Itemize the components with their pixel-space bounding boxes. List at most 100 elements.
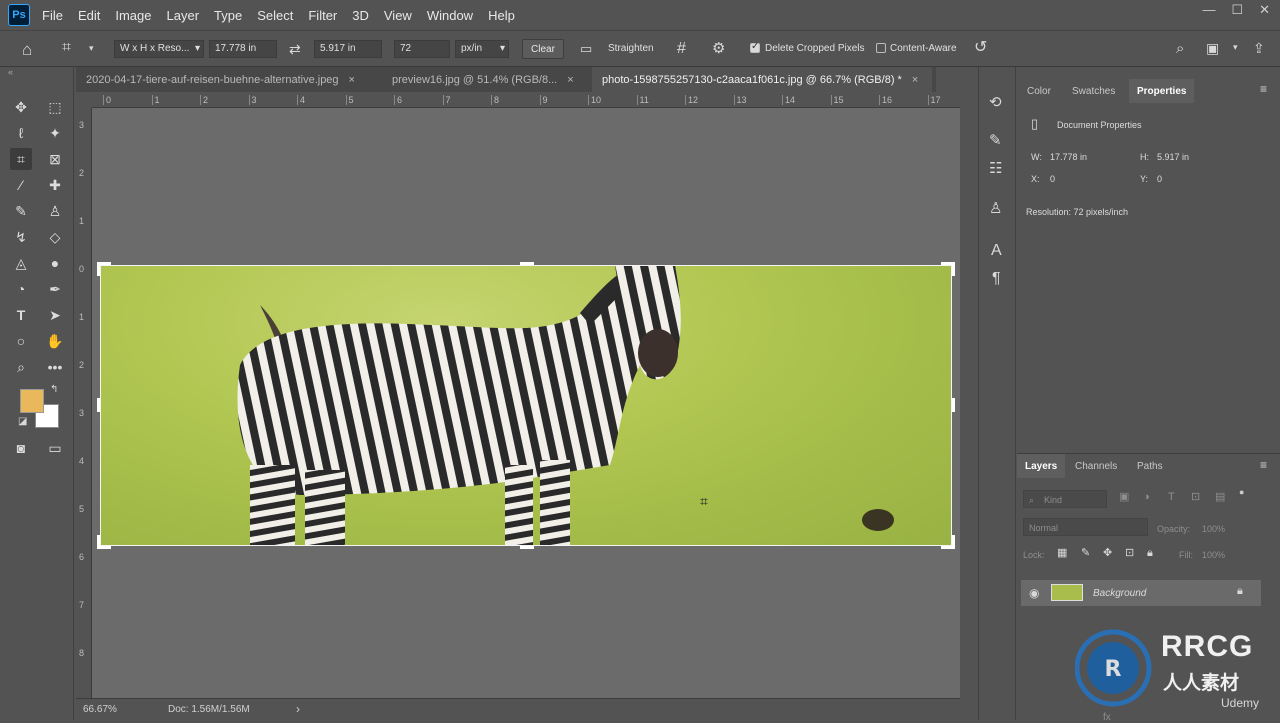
hand-tool-icon[interactable]: ✋ xyxy=(44,330,66,352)
ratio-select[interactable]: W x H x Reso... ▾ xyxy=(114,40,204,58)
zoom-tool-icon[interactable]: ⌕ xyxy=(10,356,32,378)
layer-row-background[interactable]: ◉ Background 🔒︎ xyxy=(1021,580,1261,606)
paragraph-panel-icon[interactable]: ¶ xyxy=(992,271,1001,287)
foreground-color-swatch[interactable] xyxy=(20,389,44,413)
crop-tool-preset-icon[interactable]: ⌗ xyxy=(62,40,71,56)
blend-mode-select[interactable]: Normal xyxy=(1023,518,1148,536)
marquee-tool-icon[interactable]: ⬚ xyxy=(44,96,66,118)
resolution-input[interactable]: 72 xyxy=(394,40,450,58)
menu-type[interactable]: Type xyxy=(214,8,242,23)
tab-document-3-active[interactable]: photo-1598755257130-c2aaca1f061c.jpg @ 6… xyxy=(592,67,932,92)
tab-properties[interactable]: Properties xyxy=(1129,79,1195,103)
crop-width-input[interactable]: 17.778 in xyxy=(209,40,277,58)
menu-3d[interactable]: 3D xyxy=(352,8,369,23)
shape-filter-icon[interactable]: ⊡ xyxy=(1191,492,1200,503)
lock-artboard-icon[interactable]: ⊡ xyxy=(1125,548,1134,559)
crop-bounding-box[interactable] xyxy=(100,265,952,546)
clear-button[interactable]: Clear xyxy=(522,39,564,59)
menu-filter[interactable]: Filter xyxy=(308,8,337,23)
crop-handle-top-left[interactable] xyxy=(97,262,100,276)
menu-image[interactable]: Image xyxy=(115,8,151,23)
straighten-icon[interactable]: ▭ xyxy=(580,42,592,55)
lasso-tool-icon[interactable]: ℓ xyxy=(10,122,32,144)
path-selection-tool-icon[interactable]: ➤ xyxy=(44,304,66,326)
w-value[interactable]: 17.778 in xyxy=(1050,152,1087,162)
close-icon[interactable]: × xyxy=(349,74,355,86)
lock-image-icon[interactable]: ✎ xyxy=(1081,548,1090,559)
more-tools-icon[interactable]: ••• xyxy=(44,356,66,378)
swap-dimensions-icon[interactable]: ⇄ xyxy=(289,42,301,56)
crop-handle-left[interactable] xyxy=(97,398,100,412)
opacity-value[interactable]: 100% xyxy=(1202,524,1225,534)
swap-colors-icon[interactable]: ↰ xyxy=(50,385,58,395)
tab-channels[interactable]: Channels xyxy=(1075,454,1117,478)
crop-handle-bottom-right[interactable] xyxy=(952,535,955,549)
clone-stamp-tool-icon[interactable]: ♙ xyxy=(44,200,66,222)
adjustments-panel-icon[interactable]: ☷ xyxy=(989,161,1002,176)
crop-height-input[interactable]: 5.917 in xyxy=(314,40,382,58)
crop-tool-icon[interactable]: ⌗ xyxy=(10,148,32,170)
tab-paths[interactable]: Paths xyxy=(1137,454,1163,478)
close-window-icon[interactable]: ✕ xyxy=(1259,2,1270,18)
workspace-icon[interactable]: ▣ xyxy=(1206,41,1219,55)
h-value[interactable]: 5.917 in xyxy=(1157,152,1189,162)
filter-toggle-icon[interactable]: ● xyxy=(1239,488,1244,497)
x-value[interactable]: 0 xyxy=(1050,174,1055,184)
crop-handle-right[interactable] xyxy=(952,398,955,412)
pen-tool-icon[interactable]: ✒ xyxy=(44,278,66,300)
frame-tool-icon[interactable]: ⊠ xyxy=(44,148,66,170)
share-icon[interactable]: ⇪ xyxy=(1253,41,1265,55)
tab-swatches[interactable]: Swatches xyxy=(1072,79,1115,103)
lock-position-icon[interactable]: ✥ xyxy=(1103,548,1112,559)
reset-icon[interactable]: ↺ xyxy=(974,40,987,56)
menu-window[interactable]: Window xyxy=(427,8,473,23)
screen-mode-icon[interactable]: ▭ xyxy=(44,437,66,459)
chevron-down-icon[interactable]: ▾ xyxy=(89,44,94,53)
default-colors-icon[interactable]: ◪ xyxy=(18,417,27,427)
close-icon[interactable]: × xyxy=(912,74,918,86)
delete-cropped-checkbox[interactable] xyxy=(750,41,760,53)
tab-document-2[interactable]: preview16.jpg @ 51.4% (RGB/8... × xyxy=(382,67,588,92)
menu-view[interactable]: View xyxy=(384,8,412,23)
menu-layer[interactable]: Layer xyxy=(167,8,200,23)
gear-icon[interactable]: ⚙ xyxy=(712,41,725,56)
menu-help[interactable]: Help xyxy=(488,8,515,23)
move-tool-icon[interactable]: ✥ xyxy=(10,96,32,118)
character-panel-icon[interactable]: A xyxy=(991,243,1002,259)
tab-layers[interactable]: Layers xyxy=(1017,454,1066,478)
crop-handle-top[interactable] xyxy=(520,262,534,265)
menu-edit[interactable]: Edit xyxy=(78,8,100,23)
type-filter-icon[interactable]: T xyxy=(1168,492,1175,503)
paint-bucket-tool-icon[interactable]: ◬ xyxy=(10,252,32,274)
menu-select[interactable]: Select xyxy=(257,8,293,23)
type-tool-icon[interactable]: T xyxy=(10,304,32,326)
lock-transparent-icon[interactable]: ▦ xyxy=(1057,548,1067,559)
panel-menu-icon[interactable]: ≡ xyxy=(1260,459,1267,471)
content-aware-checkbox[interactable] xyxy=(876,43,886,53)
y-value[interactable]: 0 xyxy=(1157,174,1162,184)
healing-brush-tool-icon[interactable]: ✚ xyxy=(44,174,66,196)
eye-visibility-icon[interactable]: ◉ xyxy=(1029,587,1039,599)
resolution-units-select[interactable]: px/in ▾ xyxy=(455,40,509,58)
eraser-tool-icon[interactable]: ◇ xyxy=(44,226,66,248)
straighten-label[interactable]: Straighten xyxy=(608,43,654,54)
close-icon[interactable]: × xyxy=(567,74,573,86)
search-icon[interactable]: ⌕ xyxy=(1176,41,1184,56)
crop-handle-top-right[interactable] xyxy=(952,262,955,276)
canvas-area[interactable]: ⌗ xyxy=(92,108,960,698)
brush-tool-icon[interactable]: ✎ xyxy=(10,200,32,222)
home-icon[interactable]: ⌂ xyxy=(22,41,32,58)
brushes-panel-icon[interactable]: ✎ xyxy=(989,133,1002,148)
grid-overlay-icon[interactable]: # xyxy=(677,41,686,57)
magic-wand-tool-icon[interactable]: ✦ xyxy=(44,122,66,144)
clone-source-panel-icon[interactable]: ♙ xyxy=(989,201,1002,216)
fx-icon[interactable]: fx xyxy=(1103,712,1111,723)
adjustment-filter-icon[interactable]: ◑ xyxy=(1143,492,1150,503)
layer-filter-select[interactable]: ⌕ Kind xyxy=(1023,490,1107,508)
tab-color[interactable]: Color xyxy=(1027,79,1051,103)
dodge-tool-icon[interactable]: ◔ xyxy=(10,278,32,300)
eyedropper-tool-icon[interactable]: ⁄ xyxy=(10,174,32,196)
ellipse-tool-icon[interactable]: ○ xyxy=(10,330,32,352)
collapse-arrows-icon[interactable]: « xyxy=(8,68,13,77)
menu-file[interactable]: File xyxy=(42,8,63,23)
